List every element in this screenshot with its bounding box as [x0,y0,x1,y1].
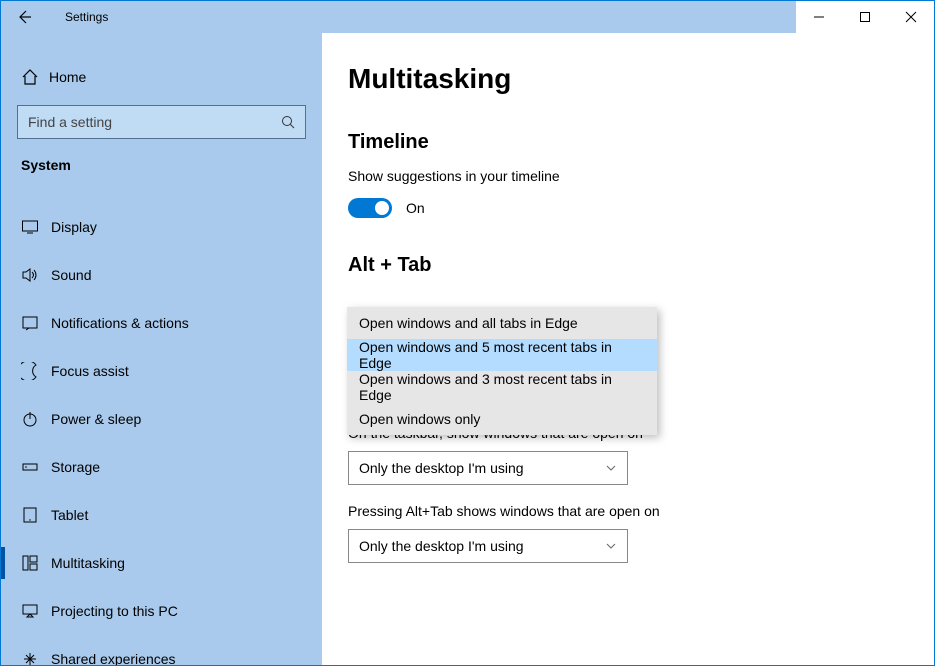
sound-icon [21,266,51,284]
chevron-down-icon [605,540,617,552]
nav-item-notifications[interactable]: Notifications & actions [1,299,322,347]
nav-item-storage[interactable]: Storage [1,443,322,491]
nav-item-sound[interactable]: Sound [1,251,322,299]
nav-item-shared-experiences[interactable]: Shared experiences [1,635,322,665]
toggle-track [348,198,392,218]
display-icon [21,218,51,236]
nav-label: Storage [51,459,100,475]
projecting-icon [21,602,51,620]
page-title: Multitasking [348,63,934,95]
notifications-icon [21,314,51,332]
alttab-option-3[interactable]: Open windows only [347,403,657,435]
chevron-down-icon [605,462,617,474]
alttab-heading: Alt + Tab [348,254,934,277]
sidebar: Home System Display Sound [1,33,322,665]
multitasking-icon [21,554,51,572]
nav-label: Power & sleep [51,411,141,427]
maximize-icon [859,11,871,23]
home-icon [21,68,49,86]
minimize-icon [813,11,825,23]
home-label: Home [49,69,86,85]
home-link[interactable]: Home [1,55,322,99]
shared-icon [21,650,51,665]
timeline-desc: Show suggestions in your timeline [348,168,934,184]
nav-label: Focus assist [51,363,129,379]
search-input[interactable] [28,114,281,130]
power-icon [21,410,51,428]
nav-item-multitasking[interactable]: Multitasking [1,539,322,587]
nav-label: Display [51,219,97,235]
nav-label: Shared experiences [51,651,176,665]
arrow-left-icon [16,9,32,25]
nav-list: Display Sound Notifications & actions Fo… [1,203,322,665]
minimize-button[interactable] [796,1,842,33]
alttab-option-2[interactable]: Open windows and 3 most recent tabs in E… [347,371,657,403]
nav-item-projecting[interactable]: Projecting to this PC [1,587,322,635]
search-icon [281,115,295,129]
timeline-toggle[interactable]: On [348,198,934,218]
tablet-icon [21,506,51,524]
taskbar-value: Only the desktop I'm using [359,460,605,476]
close-button[interactable] [888,1,934,33]
alttab-scope-value: Only the desktop I'm using [359,538,605,554]
window-title: Settings [47,10,108,24]
nav-label: Multitasking [51,555,125,571]
timeline-section: Timeline Show suggestions in your timeli… [348,131,934,218]
nav-label: Tablet [51,507,88,523]
category-label: System [1,149,322,181]
taskbar-dropdown[interactable]: Only the desktop I'm using [348,451,628,485]
alttab-option-1[interactable]: Open windows and 5 most recent tabs in E… [347,339,657,371]
timeline-heading: Timeline [348,131,934,154]
maximize-button[interactable] [842,1,888,33]
settings-window: Settings Home [0,0,935,666]
nav-item-display[interactable]: Display [1,203,322,251]
alttab-dropdown-popup: Open windows and all tabs in Edge Open w… [347,307,657,435]
toggle-state: On [406,200,425,216]
nav-label: Notifications & actions [51,315,189,331]
nav-label: Projecting to this PC [51,603,178,619]
alttab-scope-dropdown[interactable]: Only the desktop I'm using [348,529,628,563]
close-icon [905,11,917,23]
alttab-scope-label: Pressing Alt+Tab shows windows that are … [348,503,934,519]
nav-item-focus-assist[interactable]: Focus assist [1,347,322,395]
nav-item-tablet[interactable]: Tablet [1,491,322,539]
back-button[interactable] [1,1,47,33]
alttab-option-0[interactable]: Open windows and all tabs in Edge [347,307,657,339]
storage-icon [21,458,51,476]
toggle-thumb [375,201,389,215]
search-box[interactable] [17,105,306,139]
titlebar: Settings [1,1,934,33]
nav-item-power-sleep[interactable]: Power & sleep [1,395,322,443]
focus-assist-icon [21,362,51,380]
nav-label: Sound [51,267,91,283]
window-controls [796,1,934,33]
